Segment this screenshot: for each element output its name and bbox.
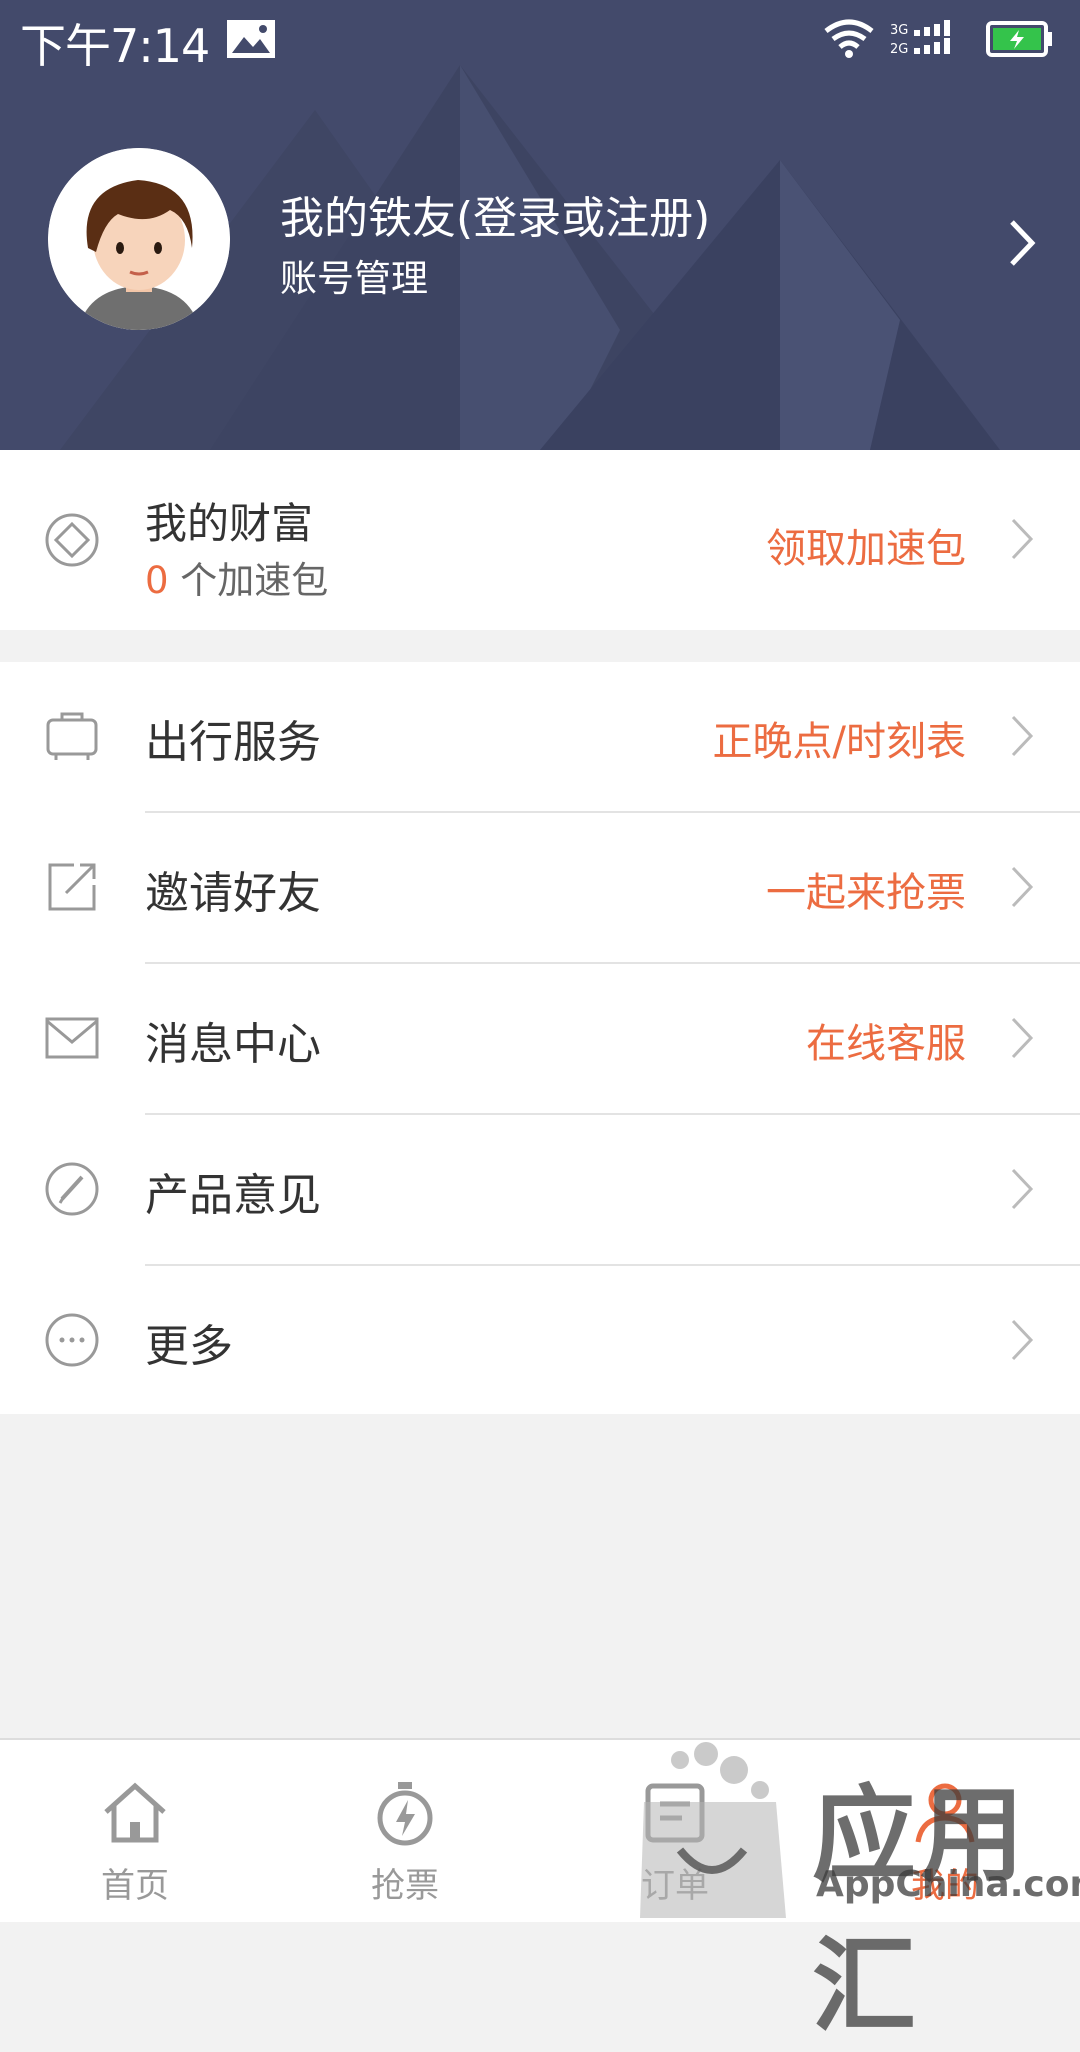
tab-label: 首页 (101, 1866, 169, 1906)
tab-mine[interactable]: 我的 (810, 1740, 1080, 1922)
tab-home[interactable]: 首页 (0, 1740, 270, 1922)
chevron-right-icon[interactable] (1008, 713, 1036, 763)
menu-item-invite-friends[interactable]: 邀请好友 一起来抢票 (0, 813, 1080, 964)
chevron-right-icon[interactable] (1008, 1317, 1036, 1367)
signal-icon: 3G 2G (890, 16, 970, 70)
chevron-right-icon[interactable] (1006, 218, 1038, 272)
svg-text:3G: 3G (890, 23, 908, 38)
wealth-row[interactable]: 我的财富 0 个加速包 领取加速包 (0, 450, 1080, 630)
menu-item-message-center[interactable]: 消息中心 在线客服 (0, 964, 1080, 1115)
chevron-right-icon[interactable] (1008, 864, 1036, 914)
tab-orders[interactable]: 订单 (540, 1740, 810, 1922)
stopwatch-icon (372, 1780, 438, 1850)
menu-item-label: 更多 (145, 1320, 233, 1372)
speed-pack-count: 0 个加速包 (145, 550, 328, 604)
wifi-icon (822, 16, 876, 70)
speed-pack-suffix: 个加速包 (168, 559, 329, 602)
train-icon (44, 708, 100, 768)
menu-item-label: 产品意见 (145, 1169, 321, 1221)
home-icon (102, 1780, 168, 1850)
tab-label: 抢票 (371, 1866, 439, 1906)
order-icon (642, 1780, 708, 1850)
chevron-right-icon[interactable] (1008, 1166, 1036, 1216)
menu-list: 出行服务 正晚点/时刻表 邀请好友 一起来抢票 消息中心 在线客服 产品意见 更… (0, 662, 1080, 1414)
menu-item-action[interactable]: 在线客服 (806, 1011, 966, 1069)
chevron-right-icon[interactable] (1008, 516, 1036, 566)
menu-item-label: 消息中心 (145, 1018, 321, 1070)
pencil-icon (44, 1161, 100, 1221)
status-time: 下午7:14 (20, 19, 210, 73)
profile-name[interactable]: 我的铁友(登录或注册) (280, 182, 710, 246)
more-icon (44, 1312, 100, 1372)
profile-row[interactable]: 我的铁友(登录或注册) 账号管理 (0, 148, 1080, 332)
wealth-title: 我的财富 (145, 499, 314, 548)
bottom-tab-bar: 首页 抢票 订单 我的 (0, 1738, 1080, 1922)
chevron-right-icon[interactable] (1008, 1015, 1036, 1065)
menu-item-action[interactable]: 正晚点/时刻表 (713, 709, 966, 767)
account-management-link[interactable]: 账号管理 (280, 248, 428, 302)
menu-item-feedback[interactable]: 产品意见 (0, 1115, 1080, 1266)
user-icon (912, 1780, 978, 1850)
share-icon (44, 859, 100, 919)
mail-icon (44, 1010, 100, 1070)
menu-item-more[interactable]: 更多 (0, 1266, 1080, 1417)
speed-pack-number: 0 (145, 559, 169, 602)
menu-item-label: 邀请好友 (145, 867, 321, 919)
menu-item-label: 出行服务 (145, 716, 321, 768)
claim-speed-pack-link[interactable]: 领取加速包 (766, 516, 966, 574)
tab-label: 我的 (911, 1866, 979, 1906)
status-bar: 下午7:14 3G 2G (0, 0, 1080, 73)
avatar[interactable] (48, 148, 230, 330)
battery-charging-icon (986, 16, 1054, 70)
tab-grab-tickets[interactable]: 抢票 (270, 1740, 540, 1922)
image-icon (226, 16, 276, 70)
menu-item-action[interactable]: 一起来抢票 (766, 860, 966, 918)
profile-header: 下午7:14 3G 2G 我的铁友(登录或注册) 账号管理 (0, 0, 1080, 450)
menu-item-travel-service[interactable]: 出行服务 正晚点/时刻表 (0, 662, 1080, 813)
svg-text:2G: 2G (890, 42, 908, 57)
diamond-icon (44, 512, 100, 572)
tab-label: 订单 (641, 1866, 709, 1906)
